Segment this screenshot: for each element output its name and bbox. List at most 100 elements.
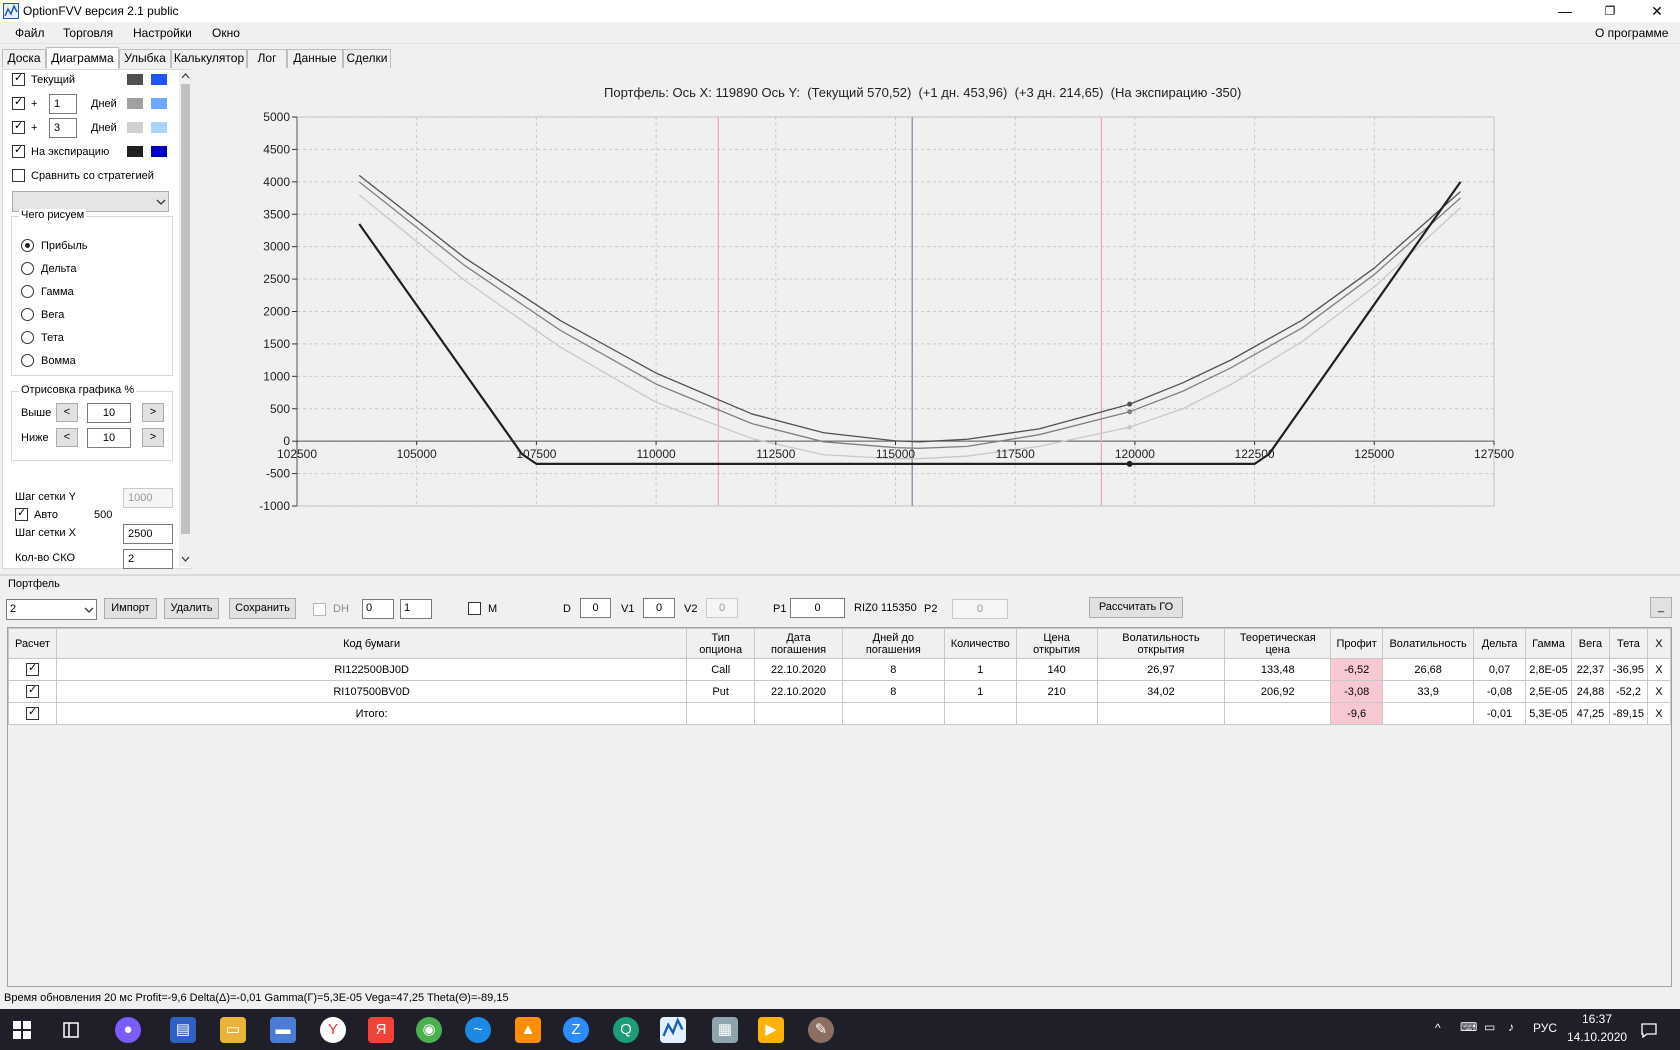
chrome-icon[interactable]: ◉ bbox=[416, 1017, 442, 1043]
paint-icon[interactable]: ✎ bbox=[808, 1017, 834, 1043]
column-header[interactable]: Профит bbox=[1330, 628, 1384, 659]
plus1-days-input[interactable]: 1 bbox=[49, 94, 77, 114]
p1-input[interactable]: 0 bbox=[790, 598, 845, 618]
dh-checkbox[interactable] bbox=[313, 603, 326, 616]
menu-settings[interactable]: Настройки bbox=[133, 26, 192, 40]
tab-board[interactable]: Доска bbox=[2, 49, 46, 68]
expiry-checkbox[interactable] bbox=[12, 143, 25, 158]
import-button[interactable]: Импорт bbox=[104, 598, 157, 619]
tray-chevron-icon[interactable]: ^ bbox=[1435, 1021, 1441, 1035]
column-header[interactable]: Вега bbox=[1570, 628, 1610, 659]
column-header[interactable]: Тета bbox=[1608, 628, 1648, 659]
sko-input[interactable]: 2 bbox=[123, 549, 173, 569]
current-checkbox[interactable] bbox=[12, 71, 25, 86]
below-increase-button[interactable]: > bbox=[142, 428, 164, 447]
windows-start-icon[interactable] bbox=[13, 1021, 31, 1039]
quik-icon[interactable]: Q bbox=[613, 1017, 639, 1043]
tab-calculator[interactable]: Калькулятор bbox=[171, 49, 247, 68]
table-row[interactable]: RI122500BJ0DCall22.10.20208114026,97133,… bbox=[8, 658, 1672, 681]
scroll-down-icon[interactable] bbox=[181, 555, 190, 563]
m-checkbox[interactable] bbox=[468, 602, 481, 615]
d-input[interactable]: 0 bbox=[580, 598, 611, 618]
current-alt-color-swatch[interactable] bbox=[151, 74, 167, 85]
portfolio-select[interactable]: 2 bbox=[6, 599, 97, 620]
plus1-alt-color-swatch[interactable] bbox=[151, 98, 167, 109]
folder-icon[interactable]: ▭ bbox=[220, 1017, 246, 1043]
menu-file[interactable]: Файл bbox=[15, 26, 45, 40]
profit-chart[interactable]: 102500 105000 107500 110000 112500 115000 1175… bbox=[196, 100, 1680, 565]
alice-icon[interactable]: ● bbox=[115, 1017, 141, 1043]
grid-y-input[interactable]: 1000 bbox=[123, 488, 173, 508]
laptop-icon[interactable]: ▬ bbox=[270, 1017, 296, 1043]
tab-log[interactable]: Лог bbox=[247, 49, 287, 68]
column-header[interactable]: Волатильность открытия bbox=[1096, 628, 1226, 659]
radio-vomma[interactable] bbox=[21, 354, 34, 367]
media-app-icon[interactable]: ▶ bbox=[758, 1017, 784, 1043]
column-header[interactable]: Волатильность bbox=[1382, 628, 1475, 659]
above-decrease-button[interactable]: < bbox=[56, 403, 78, 422]
splitter[interactable] bbox=[0, 574, 1680, 576]
minimize-button[interactable]: — bbox=[1542, 0, 1588, 22]
column-header[interactable]: Тип опциона bbox=[686, 628, 756, 659]
tray-time[interactable]: 16:37 bbox=[1582, 1012, 1612, 1026]
plus1-color-swatch[interactable] bbox=[127, 98, 143, 109]
plus3-alt-color-swatch[interactable] bbox=[151, 122, 167, 133]
expiry-alt-color-swatch[interactable] bbox=[151, 146, 167, 157]
table-row[interactable]: Итого: -9,6 -0,015,3E-0547,25-89,15X bbox=[8, 702, 1672, 725]
save-app-icon[interactable]: ▤ bbox=[170, 1017, 196, 1043]
radio-vega[interactable] bbox=[21, 308, 34, 321]
menu-trade[interactable]: Торговля bbox=[63, 26, 113, 40]
notification-icon[interactable] bbox=[1640, 1021, 1658, 1039]
plus3-color-swatch[interactable] bbox=[127, 122, 143, 133]
tray-keyboard-icon[interactable]: ⌨ bbox=[1460, 1020, 1477, 1034]
compare-checkbox[interactable] bbox=[12, 169, 25, 182]
restore-button[interactable]: ❐ bbox=[1587, 0, 1633, 22]
tray-date[interactable]: 14.10.2020 bbox=[1567, 1030, 1627, 1044]
column-header[interactable]: Дельта bbox=[1473, 628, 1527, 659]
bird-app-icon[interactable]: ~ bbox=[465, 1017, 491, 1043]
zoom-icon[interactable]: Z bbox=[563, 1017, 589, 1043]
current-color-swatch[interactable] bbox=[127, 74, 143, 85]
radio-profit[interactable] bbox=[21, 239, 34, 252]
column-header[interactable]: Дата погашения bbox=[754, 628, 843, 659]
plus3-checkbox[interactable] bbox=[12, 119, 25, 134]
tray-lang[interactable]: РУС bbox=[1533, 1021, 1557, 1035]
column-header[interactable]: Цена открытия bbox=[1015, 628, 1098, 659]
above-input[interactable]: 10 bbox=[87, 403, 131, 423]
delete-button[interactable]: Удалить bbox=[164, 598, 219, 619]
calc-cell[interactable] bbox=[8, 680, 57, 703]
yandex-icon[interactable]: Я bbox=[368, 1017, 394, 1043]
radio-theta[interactable] bbox=[21, 331, 34, 344]
p2-input[interactable]: 0 bbox=[952, 599, 1008, 619]
panel-scrollbar[interactable] bbox=[179, 70, 192, 567]
plus1-checkbox[interactable] bbox=[12, 95, 25, 110]
optionfvv-taskbar-icon[interactable] bbox=[660, 1017, 686, 1043]
below-input[interactable]: 10 bbox=[87, 428, 131, 448]
table-row[interactable]: RI107500BV0DPut22.10.20208121034,02206,9… bbox=[8, 680, 1672, 703]
calc-go-button[interactable]: Рассчитать ГО bbox=[1089, 597, 1183, 618]
tab-smile[interactable]: Улыбка bbox=[119, 49, 171, 68]
cell-x[interactable]: X bbox=[1646, 680, 1672, 703]
close-button[interactable]: ✕ bbox=[1634, 0, 1680, 22]
scroll-up-icon[interactable] bbox=[181, 72, 190, 80]
collapse-button[interactable]: _ bbox=[1650, 597, 1672, 618]
column-header[interactable]: X bbox=[1646, 628, 1672, 659]
tray-network-icon[interactable]: ▭ bbox=[1484, 1020, 1495, 1034]
expiry-color-swatch[interactable] bbox=[127, 146, 143, 157]
v1-input[interactable]: 0 bbox=[643, 598, 675, 618]
tab-deals[interactable]: Сделки bbox=[343, 49, 391, 68]
cell-x[interactable]: X bbox=[1646, 702, 1672, 725]
column-header[interactable]: Дней до погашения bbox=[841, 628, 945, 659]
calc-cell[interactable] bbox=[8, 702, 57, 725]
menu-window[interactable]: Окно bbox=[212, 26, 240, 40]
tray-volume-icon[interactable]: ♪ bbox=[1508, 1020, 1514, 1034]
menu-about[interactable]: О программе bbox=[1595, 26, 1668, 40]
column-header[interactable]: Количество bbox=[943, 628, 1017, 659]
auto-checkbox[interactable] bbox=[15, 506, 28, 521]
above-increase-button[interactable]: > bbox=[142, 403, 164, 422]
below-decrease-button[interactable]: < bbox=[56, 428, 78, 447]
calc-checkbox[interactable] bbox=[25, 705, 39, 720]
save-button[interactable]: Сохранить bbox=[229, 598, 296, 619]
column-header[interactable]: Гамма bbox=[1525, 628, 1572, 659]
tab-data[interactable]: Данные bbox=[287, 49, 343, 68]
